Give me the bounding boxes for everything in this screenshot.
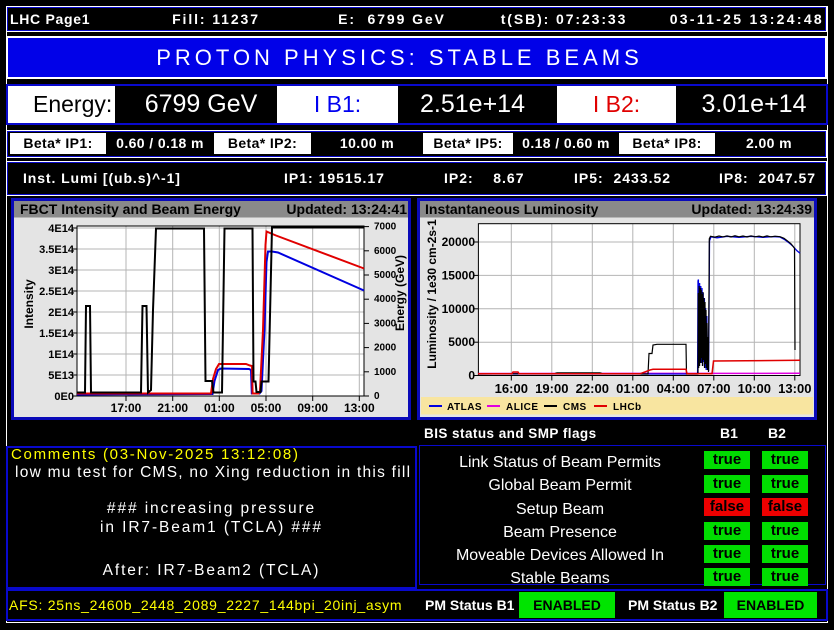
svg-text:05:00: 05:00: [251, 401, 282, 415]
svg-text:LHCb: LHCb: [613, 402, 642, 413]
svg-text:1E14: 1E14: [48, 349, 75, 361]
svg-text:ALICE: ALICE: [506, 402, 539, 413]
svg-text:Intensity: Intensity: [22, 279, 36, 329]
svg-text:Updated: 13:24:39: Updated: 13:24:39: [691, 201, 812, 217]
svg-text:19:00: 19:00: [535, 381, 568, 396]
svg-text:10:00: 10:00: [738, 381, 771, 396]
svg-text:Energy (GeV): Energy (GeV): [393, 255, 407, 331]
svg-text:3.5E14: 3.5E14: [39, 244, 75, 256]
svg-text:2E14: 2E14: [48, 307, 75, 319]
svg-text:21:00: 21:00: [157, 401, 188, 415]
svg-text:1000: 1000: [374, 367, 397, 378]
svg-text:17:00: 17:00: [111, 401, 142, 415]
svg-text:0E0: 0E0: [54, 391, 74, 403]
svg-text:09:00: 09:00: [297, 401, 328, 415]
svg-text:1.5E14: 1.5E14: [39, 328, 75, 340]
svg-text:3E14: 3E14: [48, 265, 75, 277]
svg-text:15000: 15000: [442, 268, 476, 282]
svg-text:20000: 20000: [442, 235, 476, 249]
svg-text:Instantaneous Luminosity: Instantaneous Luminosity: [425, 201, 599, 217]
svg-text:ATLAS: ATLAS: [447, 402, 482, 413]
svg-text:5000: 5000: [448, 335, 475, 349]
svg-text:04:00: 04:00: [657, 381, 690, 396]
svg-text:2.5E14: 2.5E14: [39, 286, 75, 298]
svg-text:Luminosity / 1e30 cm-2s-1: Luminosity / 1e30 cm-2s-1: [425, 219, 439, 369]
svg-text:10000: 10000: [442, 302, 476, 316]
svg-text:FBCT Intensity and Beam Energy: FBCT Intensity and Beam Energy: [20, 201, 241, 217]
svg-text:0: 0: [468, 369, 475, 383]
svg-text:4E14: 4E14: [48, 223, 75, 235]
svg-text:01:00: 01:00: [616, 381, 649, 396]
svg-text:7000: 7000: [374, 222, 397, 233]
svg-text:CMS: CMS: [563, 402, 587, 413]
svg-text:0: 0: [374, 391, 380, 402]
svg-text:01:00: 01:00: [204, 401, 235, 415]
svg-text:13:00: 13:00: [344, 401, 375, 415]
svg-text:Updated: 13:24:41: Updated: 13:24:41: [286, 201, 407, 217]
svg-text:22:00: 22:00: [576, 381, 609, 396]
svg-text:13:00: 13:00: [778, 381, 811, 396]
svg-text:07:00: 07:00: [697, 381, 730, 396]
svg-text:16:00: 16:00: [495, 381, 528, 396]
svg-text:2000: 2000: [374, 343, 397, 354]
svg-text:5E13: 5E13: [48, 370, 74, 382]
